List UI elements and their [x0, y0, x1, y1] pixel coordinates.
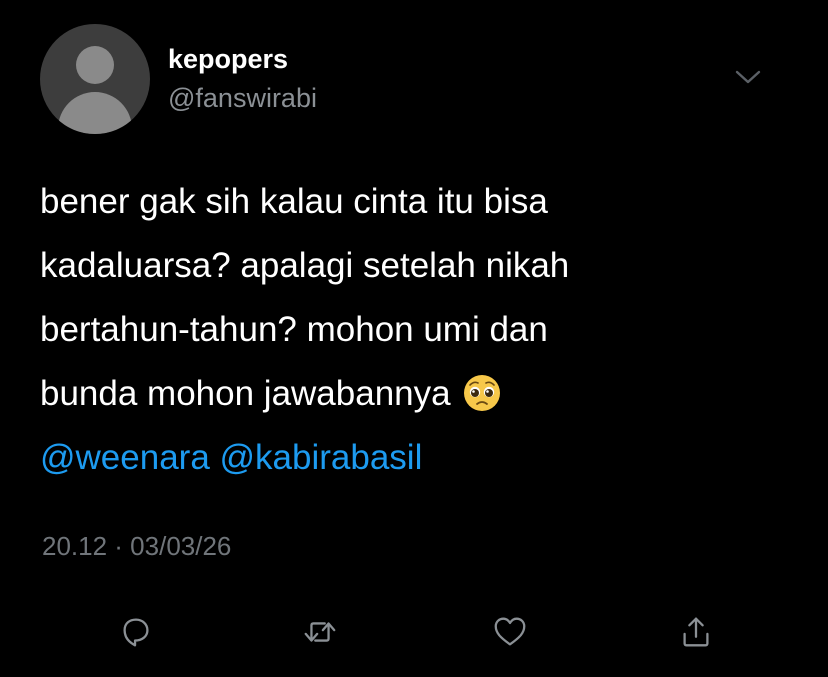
tweet-line: bener gak sih kalau cinta itu bisa — [40, 182, 548, 221]
tweet-mentions[interactable]: @weenara @kabirabasil — [40, 426, 800, 490]
retweet-icon[interactable] — [300, 612, 340, 652]
chevron-down-icon[interactable] — [731, 64, 765, 90]
avatar-shoulders — [58, 92, 132, 134]
display-name[interactable]: kepopers — [168, 43, 288, 75]
avatar-head — [76, 46, 114, 84]
share-icon[interactable] — [676, 612, 716, 652]
tweet-line: kadaluarsa? apalagi setelah nikah — [40, 246, 570, 285]
heart-icon[interactable] — [490, 612, 530, 652]
avatar[interactable] — [40, 24, 150, 134]
tweet-text: bener gak sih kalau cinta itu bisa kadal… — [40, 170, 800, 490]
tweet-line: bertahun-tahun? mohon umi dan — [40, 310, 548, 349]
pleading-face-emoji-icon — [462, 370, 502, 411]
tweet-line: bunda mohon jawabannya — [40, 374, 451, 413]
tweet-timestamp[interactable]: 20.12 · 03/03/26 — [42, 530, 231, 562]
user-handle[interactable]: @fanswirabi — [168, 82, 317, 114]
tweet-line-with-emoji: bunda mohon jawabannya — [40, 362, 800, 426]
reply-icon[interactable] — [116, 612, 156, 652]
